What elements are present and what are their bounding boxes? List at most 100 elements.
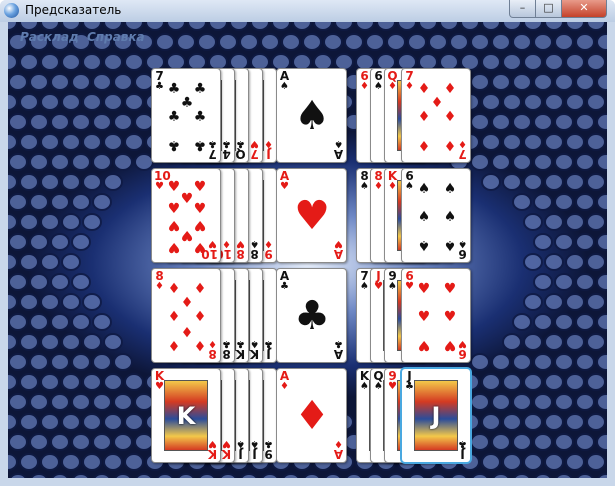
card-pip: ♥ <box>167 179 181 195</box>
card-suit: ♦ <box>374 181 383 192</box>
card-suit: ♣ <box>264 438 273 449</box>
card-suit: ♣ <box>334 338 343 349</box>
card-pip: ♦ <box>180 295 194 311</box>
card-pip: ♠ <box>417 209 431 225</box>
card-index: J♠ <box>235 438 246 461</box>
card-suit: ♣ <box>222 338 231 349</box>
card-index: K♠ <box>249 338 260 361</box>
card-index: 6♦ <box>359 70 370 92</box>
card-pip: ♣ <box>167 137 181 153</box>
card-suit: ♠ <box>458 238 467 249</box>
card-suit: ♦ <box>222 238 231 249</box>
card-suit: ♣ <box>236 338 245 349</box>
card-suit: ♠ <box>360 181 369 192</box>
card-pip: ♥ <box>167 201 181 217</box>
card-rank: A <box>333 147 344 161</box>
card-pip: ♥ <box>193 201 207 217</box>
right-card[interactable]: 6 ♠ 6 ♠ ♠ ♠ ♠ ♠ ♠ ♠ <box>401 168 471 263</box>
main-card[interactable]: 10 ♥ 10 ♥ ♥ ♥ ♥ ♥ ♥ ♥ ♥ ♥ ♥ ♥ <box>151 168 221 263</box>
card-suit: ♣ <box>280 281 289 292</box>
card-rank: 8 <box>222 347 231 361</box>
minimize-button[interactable]: – <box>509 0 536 18</box>
maximize-button[interactable]: □ <box>535 0 562 18</box>
card-pip: ♦ <box>417 109 431 125</box>
close-button[interactable]: ✕ <box>561 0 607 18</box>
title-bar[interactable]: Предсказатель – □ ✕ <box>0 0 615 22</box>
card-rank: J <box>252 447 257 461</box>
card-pip: ♣ <box>193 109 207 125</box>
card-index: 9♦ <box>263 238 274 261</box>
card-pip: ♥ <box>180 191 194 207</box>
main-card[interactable]: 8 ♦ 8 ♦ ♦ ♦ ♦ ♦ ♦ ♦ ♦ ♦ <box>151 268 221 363</box>
card-pip: ♠ <box>417 237 431 253</box>
card-rank: K <box>249 347 260 361</box>
card-suit: ♦ <box>208 338 217 349</box>
card-pip: ♥ <box>180 227 194 243</box>
ace-card[interactable]: A ♥ A ♥ ♥ <box>276 168 347 263</box>
card-pip: ♦ <box>417 81 431 97</box>
ace-card[interactable]: A ♠ A ♠ ♠ <box>276 68 347 163</box>
card-rank: 9 <box>264 447 273 461</box>
card-pip: ♥ <box>167 239 181 255</box>
card-suit: ♠ <box>360 281 369 292</box>
card-suit: ♦ <box>280 381 289 392</box>
right-card[interactable]: J ♣ J ♣ J <box>401 368 471 463</box>
app-window: Предсказатель – □ ✕ Расклад Справка J ♦ J ♦… <box>0 0 615 486</box>
main-card[interactable]: 7 ♣ 7 ♣ ♣ ♣ ♣ ♣ ♣ ♣ ♣ <box>151 68 221 163</box>
card-pip: ♦ <box>167 337 181 353</box>
card-rank: 4 <box>222 147 231 161</box>
window-title: Предсказатель <box>25 3 122 17</box>
card-suit: ♣ <box>458 438 467 449</box>
card-rank: A <box>333 447 344 461</box>
card-index: 8♦ <box>207 338 218 361</box>
maximize-icon: □ <box>543 1 554 14</box>
card-rank: 6 <box>458 247 467 261</box>
app-icon <box>4 3 19 18</box>
card-suit: ♦ <box>155 281 164 292</box>
card-index: 8♠ <box>249 238 260 261</box>
card-index: 6 ♥ <box>457 338 468 361</box>
card-index: A ♥ <box>333 238 344 261</box>
card-rank: 7 <box>208 147 217 161</box>
card-pip: ♦ <box>193 337 207 353</box>
menu-item-help[interactable]: Справка <box>87 30 145 44</box>
right-card[interactable]: 7 ♦ 7 ♦ ♦ ♦ ♦ ♦ ♦ ♦ ♦ <box>401 68 471 163</box>
right-card[interactable]: 6 ♥ 6 ♥ ♥ ♥ ♥ ♥ ♥ ♥ <box>401 268 471 363</box>
card-pip: ♥ <box>193 179 207 195</box>
card-index: A ♣ <box>333 338 344 361</box>
card-pip: ♥ <box>443 281 457 297</box>
card-rank: 7 <box>250 147 259 161</box>
menu-item-layout[interactable]: Расклад <box>20 30 79 44</box>
card-suit: ♠ <box>374 81 383 92</box>
card-index: A ♠ <box>279 70 290 92</box>
card-pip: ♣ <box>180 95 194 111</box>
card-index: 8♠ <box>359 170 370 192</box>
card-suit: ♥ <box>236 238 245 249</box>
card-rank: A <box>333 247 344 261</box>
card-pip: ♥ <box>193 239 207 255</box>
card-suit: ♦ <box>334 438 343 449</box>
face-rank: J <box>431 401 441 430</box>
card-index: 7 ♦ <box>457 138 468 161</box>
main-card[interactable]: K ♥ K ♥ K <box>151 368 221 463</box>
card-rank: K <box>235 347 246 361</box>
card-suit: ♥ <box>405 281 414 292</box>
card-pip: ♦ <box>417 137 431 153</box>
card-pip: ♣ <box>167 109 181 125</box>
card-index: 8♣ <box>221 338 232 361</box>
close-icon: ✕ <box>579 1 589 14</box>
card-index: 6 ♥ <box>404 270 415 292</box>
card-pip: ♠ <box>443 181 457 197</box>
card-index: K♥ <box>207 438 218 461</box>
card-index: 10 ♥ <box>201 238 218 261</box>
card-index: A ♦ <box>279 370 290 392</box>
card-rank: K <box>221 447 232 461</box>
ace-card[interactable]: A ♣ A ♣ ♣ <box>276 268 347 363</box>
card-rank: 6 <box>458 347 467 361</box>
card-suit: ♣ <box>155 81 164 92</box>
card-index: 6♠ <box>457 238 468 261</box>
card-pip: ♦ <box>443 81 457 97</box>
ace-card[interactable]: A ♦ A ♦ ♦ <box>276 368 347 463</box>
card-index: 6♠ <box>404 170 415 192</box>
card-index: J♣ <box>457 438 468 461</box>
